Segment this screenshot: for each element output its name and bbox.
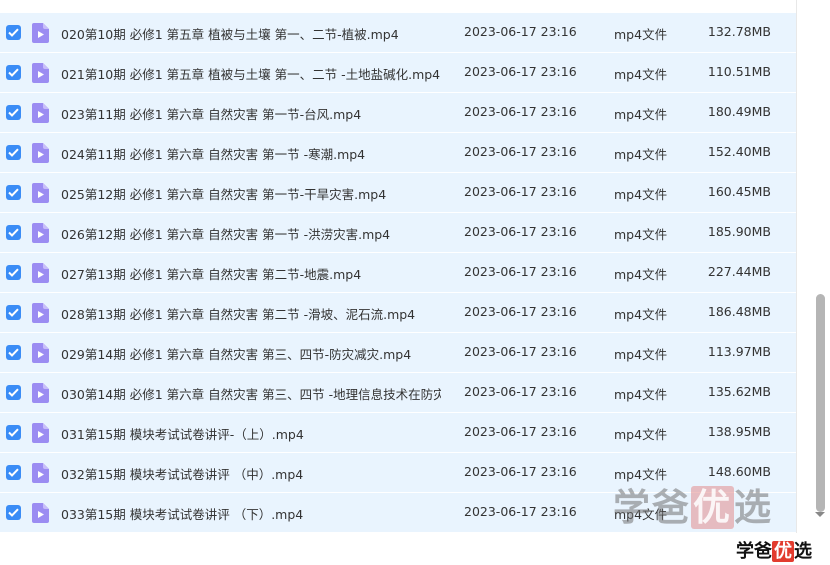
- file-size: 152.40MB: [707, 144, 771, 159]
- file-name[interactable]: 033第15期 模块考试试卷讲评 （下）.mp4: [61, 504, 441, 523]
- file-size: 110.51MB: [707, 64, 771, 79]
- file-date: 2023-06-17 23:16: [464, 384, 577, 399]
- file-date: 2023-06-17 23:16: [464, 264, 577, 279]
- file-date: 2023-06-17 23:16: [464, 224, 577, 239]
- file-row[interactable]: 023第11期 必修1 第六章 自然灾害 第一节-台风.mp4 2023-06-1…: [0, 93, 796, 132]
- file-size: 160.45MB: [707, 184, 771, 199]
- file-name[interactable]: 020第10期 必修1 第五章 植被与土壤 第一、二节-植被.mp4: [61, 24, 441, 43]
- file-size: 227.44MB: [707, 264, 771, 279]
- checkbox-checked-icon[interactable]: [6, 225, 21, 240]
- video-file-icon: [32, 263, 49, 283]
- file-row[interactable]: 025第12期 必修1 第六章 自然灾害 第一节-干旱灾害.mp4 2023-06…: [0, 173, 796, 212]
- video-file-icon: [32, 143, 49, 163]
- video-file-icon: [32, 383, 49, 403]
- checkbox-checked-icon[interactable]: [6, 65, 21, 80]
- file-date: 2023-06-17 23:16: [464, 504, 577, 519]
- watermark-logo-small: 学爸优选: [736, 541, 812, 562]
- checkbox-checked-icon[interactable]: [6, 25, 21, 40]
- file-type: mp4文件: [614, 307, 668, 322]
- checkbox-checked-icon[interactable]: [6, 265, 21, 280]
- file-size: 185.90MB: [707, 224, 771, 239]
- checkbox-checked-icon[interactable]: [6, 385, 21, 400]
- file-row[interactable]: 031第15期 模块考试试卷讲评-（上）.mp4 2023-06-17 23:16…: [0, 413, 796, 452]
- file-row[interactable]: 020第10期 必修1 第五章 植被与土壤 第一、二节-植被.mp4 2023-0…: [0, 13, 796, 52]
- video-file-icon: [32, 223, 49, 243]
- file-row[interactable]: 021第10期 必修1 第五章 植被与土壤 第一、二节 -土地盐碱化.mp4 20…: [0, 53, 796, 92]
- file-name[interactable]: 024第11期 必修1 第六章 自然灾害 第一节 -寒潮.mp4: [61, 144, 441, 163]
- file-name[interactable]: 027第13期 必修1 第六章 自然灾害 第二节-地震.mp4: [61, 264, 441, 283]
- file-name[interactable]: 026第12期 必修1 第六章 自然灾害 第一节 -洪涝灾害.mp4: [61, 224, 441, 243]
- file-type: mp4文件: [614, 267, 668, 282]
- file-size: 132.78MB: [707, 24, 771, 39]
- file-row[interactable]: 029第14期 必修1 第六章 自然灾害 第三、四节-防灾减灾.mp4 2023-…: [0, 333, 796, 372]
- file-type: mp4文件: [614, 27, 668, 42]
- video-file-icon: [32, 503, 49, 523]
- file-date: 2023-06-17 23:16: [464, 464, 577, 479]
- video-file-icon: [32, 343, 49, 363]
- file-size: 138.95MB: [707, 424, 771, 439]
- video-file-icon: [32, 183, 49, 203]
- file-type: mp4文件: [614, 347, 668, 362]
- file-size: 180.49MB: [707, 104, 771, 119]
- file-date: 2023-06-17 23:16: [464, 424, 577, 439]
- file-name[interactable]: 031第15期 模块考试试卷讲评-（上）.mp4: [61, 424, 441, 443]
- file-name[interactable]: 028第13期 必修1 第六章 自然灾害 第二节 -滑坡、泥石流.mp4: [61, 304, 441, 323]
- watermark-logo: 学爸优选: [613, 486, 773, 529]
- file-size: 135.62MB: [707, 384, 771, 399]
- checkbox-checked-icon[interactable]: [6, 505, 21, 520]
- file-date: 2023-06-17 23:16: [464, 344, 577, 359]
- file-name[interactable]: 032第15期 模块考试试卷讲评 （中）.mp4: [61, 464, 441, 483]
- file-name[interactable]: 030第14期 必修1 第六章 自然灾害 第三、四节 -地理信息技术在防灾...: [61, 384, 441, 403]
- file-row[interactable]: 026第12期 必修1 第六章 自然灾害 第一节 -洪涝灾害.mp4 2023-0…: [0, 213, 796, 252]
- checkbox-checked-icon[interactable]: [6, 305, 21, 320]
- checkbox-checked-icon[interactable]: [6, 145, 21, 160]
- file-date: 2023-06-17 23:16: [464, 24, 577, 39]
- file-row[interactable]: 028第13期 必修1 第六章 自然灾害 第二节 -滑坡、泥石流.mp4 2023…: [0, 293, 796, 332]
- file-size: 186.48MB: [707, 304, 771, 319]
- file-type: mp4文件: [614, 227, 668, 242]
- file-type: mp4文件: [614, 427, 668, 442]
- scrollbar-thumb[interactable]: [816, 294, 825, 512]
- file-row[interactable]: 024第11期 必修1 第六章 自然灾害 第一节 -寒潮.mp4 2023-06-…: [0, 133, 796, 172]
- file-type: mp4文件: [614, 187, 668, 202]
- file-name[interactable]: 025第12期 必修1 第六章 自然灾害 第一节-干旱灾害.mp4: [61, 184, 441, 203]
- video-file-icon: [32, 463, 49, 483]
- column-divider: [796, 0, 797, 533]
- file-type: mp4文件: [614, 107, 668, 122]
- video-file-icon: [32, 23, 49, 43]
- file-type: mp4文件: [614, 67, 668, 82]
- video-file-icon: [32, 63, 49, 83]
- checkbox-checked-icon[interactable]: [6, 425, 21, 440]
- video-file-icon: [32, 303, 49, 323]
- file-row[interactable]: 030第14期 必修1 第六章 自然灾害 第三、四节 -地理信息技术在防灾...…: [0, 373, 796, 412]
- file-type: mp4文件: [614, 387, 668, 402]
- checkbox-checked-icon[interactable]: [6, 465, 21, 480]
- file-date: 2023-06-17 23:16: [464, 104, 577, 119]
- file-name[interactable]: 023第11期 必修1 第六章 自然灾害 第一节-台风.mp4: [61, 104, 441, 123]
- file-name[interactable]: 029第14期 必修1 第六章 自然灾害 第三、四节-防灾减灾.mp4: [61, 344, 441, 363]
- checkbox-checked-icon[interactable]: [6, 185, 21, 200]
- file-date: 2023-06-17 23:16: [464, 64, 577, 79]
- file-type: mp4文件: [614, 147, 668, 162]
- scroll-down-arrow-icon[interactable]: [815, 512, 825, 517]
- file-size: 113.97MB: [707, 344, 771, 359]
- file-date: 2023-06-17 23:16: [464, 304, 577, 319]
- checkbox-checked-icon[interactable]: [6, 105, 21, 120]
- checkbox-checked-icon[interactable]: [6, 345, 21, 360]
- file-row[interactable]: 027第13期 必修1 第六章 自然灾害 第二节-地震.mp4 2023-06-1…: [0, 253, 796, 292]
- video-file-icon: [32, 103, 49, 123]
- video-file-icon: [32, 423, 49, 443]
- file-date: 2023-06-17 23:16: [464, 184, 577, 199]
- file-date: 2023-06-17 23:16: [464, 144, 577, 159]
- file-name[interactable]: 021第10期 必修1 第五章 植被与土壤 第一、二节 -土地盐碱化.mp4: [61, 64, 441, 83]
